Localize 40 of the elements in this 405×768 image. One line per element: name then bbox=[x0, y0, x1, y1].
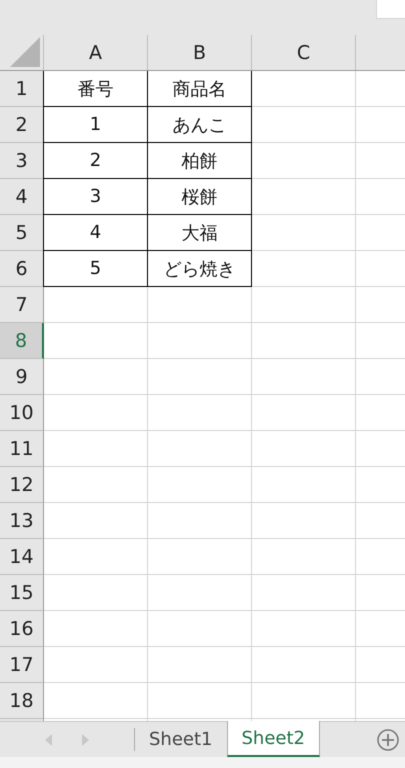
row-header[interactable]: 11 bbox=[0, 431, 44, 467]
row-header[interactable]: 5 bbox=[0, 215, 44, 251]
column-header[interactable]: B bbox=[148, 35, 252, 70]
row-header[interactable]: 15 bbox=[0, 575, 44, 611]
table-cell: 桜餅 bbox=[147, 179, 252, 215]
row-header[interactable]: 1 bbox=[0, 71, 44, 107]
row-header[interactable]: 6 bbox=[0, 251, 44, 287]
row-header[interactable]: 8 bbox=[0, 323, 44, 359]
sheet-tab[interactable]: Sheet1 bbox=[135, 722, 226, 757]
table-cell: 商品名 bbox=[147, 71, 252, 107]
table-cell: 1 bbox=[43, 107, 148, 143]
row-header[interactable]: 10 bbox=[0, 395, 44, 431]
scroll-left-icon[interactable] bbox=[45, 734, 52, 746]
select-all-icon[interactable] bbox=[10, 37, 40, 67]
table-cell: 柏餅 bbox=[147, 143, 252, 179]
row-header[interactable]: 17 bbox=[0, 647, 44, 683]
add-sheet-icon[interactable] bbox=[377, 728, 399, 750]
row-header[interactable]: 7 bbox=[0, 287, 44, 323]
row-header[interactable]: 13 bbox=[0, 503, 44, 539]
row-header[interactable]: 3 bbox=[0, 143, 44, 179]
row-header[interactable]: 9 bbox=[0, 359, 44, 395]
row-header[interactable]: 12 bbox=[0, 467, 44, 503]
table-cell: 2 bbox=[43, 143, 148, 179]
row-header[interactable]: 18 bbox=[0, 683, 44, 719]
column-header[interactable]: C bbox=[252, 35, 356, 70]
row-header[interactable]: 16 bbox=[0, 611, 44, 647]
table-cell: あんこ bbox=[147, 107, 252, 143]
scroll-right-icon[interactable] bbox=[82, 734, 89, 746]
column-header[interactable]: A bbox=[44, 35, 148, 70]
row-header[interactable]: 2 bbox=[0, 107, 44, 143]
table-cell: 5 bbox=[43, 251, 148, 287]
table-cell: 3 bbox=[43, 179, 148, 215]
table-cell: 大福 bbox=[147, 215, 252, 251]
table-cell: 4 bbox=[43, 215, 148, 251]
row-header[interactable]: 14 bbox=[0, 539, 44, 575]
table-cell: 番号 bbox=[43, 71, 148, 107]
formula-bar-field[interactable] bbox=[376, 0, 405, 19]
row-header[interactable]: 4 bbox=[0, 179, 44, 215]
table-cell: どら焼き bbox=[147, 251, 252, 287]
sheet-tab[interactable]: Sheet2 bbox=[226, 721, 320, 757]
